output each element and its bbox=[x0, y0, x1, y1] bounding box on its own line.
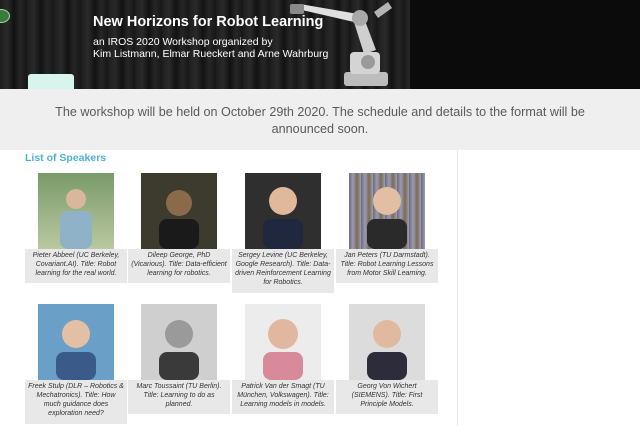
speaker-caption: Sergey Levine (UC Berkeley, Google Resea… bbox=[232, 249, 334, 293]
speaker-caption: Georg Von Wichert (SIEMENS). Title: Firs… bbox=[336, 380, 438, 414]
speaker-caption: Patrick Van der Smagt (TU München, Volks… bbox=[232, 380, 334, 414]
announcement-bar: The workshop will be held on October 29t… bbox=[0, 89, 640, 150]
speaker-caption: Jan Peters (TU Darmstadt). Title: Robot … bbox=[336, 249, 438, 283]
speaker-photo bbox=[38, 304, 114, 380]
speakers-heading: List of Speakers bbox=[25, 152, 107, 164]
speaker-caption: Pieter Abbeel (UC Berkeley, Covariant.AI… bbox=[25, 249, 127, 283]
column-divider bbox=[457, 150, 458, 426]
speaker-caption: Marc Toussaint (TU Berlin). Title: Learn… bbox=[128, 380, 230, 414]
robot-arm-image bbox=[290, 2, 392, 86]
announcement-text: The workshop will be held on October 29t… bbox=[55, 105, 585, 136]
speaker-photo bbox=[38, 173, 114, 249]
speaker-photo bbox=[141, 304, 217, 380]
speaker-photo bbox=[349, 173, 425, 249]
speaker-photo bbox=[349, 304, 425, 380]
workshop-banner: New Horizons for Robot Learning an IROS … bbox=[0, 0, 640, 89]
banner-dark-area bbox=[410, 0, 640, 89]
speaker-caption: Freek Stulp (DLR – Robotics & Mechatroni… bbox=[25, 380, 127, 424]
speaker-caption: Dileep George, PhD (Vicarious). Title: D… bbox=[128, 249, 230, 283]
speaker-photo bbox=[245, 173, 321, 249]
speaker-photo bbox=[245, 304, 321, 380]
banner-tab[interactable] bbox=[28, 74, 74, 89]
speaker-photo bbox=[141, 173, 217, 249]
